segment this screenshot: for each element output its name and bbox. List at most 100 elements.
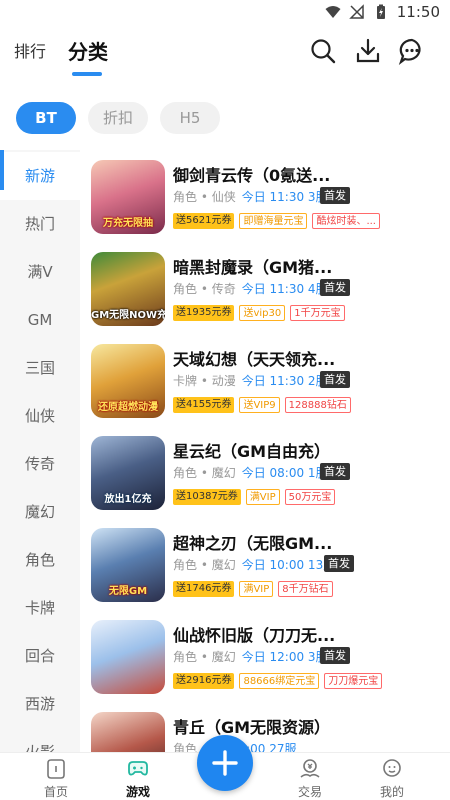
game-meta: 角色 • 魔幻 今日 10:00 13服 [173,556,335,573]
top-header: 排行 分类 [0,26,450,78]
game-title: 超神之刃（无限GM... [173,534,333,553]
status-bar: 11:50 [0,0,450,26]
sidebar-item-xianxia[interactable]: 仙侠 [0,392,80,440]
active-tab-indicator [72,72,102,76]
sidebar-item-rpg[interactable]: 角色 [0,536,80,584]
first-release-badge: 首发 [320,647,350,664]
game-icon-caption: 放出1亿充 [104,494,152,505]
sidebar-item-journey-west[interactable]: 西游 [0,680,80,728]
profile-icon [383,759,401,777]
filter-bt[interactable]: BT [16,102,76,134]
first-release-badge: 首发 [320,187,350,204]
tab-category[interactable]: 分类 [68,36,108,65]
perk-tag: 88666绑定元宝 [239,673,320,689]
game-server-time: 今日 12:00 3服 [241,650,328,664]
game-meta: 角色 • 传奇 今日 11:30 4服 [173,280,328,297]
game-genre: 角色 • 传奇 [173,282,236,296]
game-icon: 万充无限抽 [91,160,165,234]
status-time: 11:50 [396,3,440,21]
game-list: 万充无限抽 御剑青云传（0氪送... 角色 • 仙侠 今日 11:30 3服 首发… [80,150,450,752]
game-meta: 卡牌 • 动漫 今日 11:30 2服 [173,372,328,389]
game-tags: 送5621元券 即赠海量元宝 酷炫时装、... [173,213,380,229]
sidebar-item-new[interactable]: 新游 [0,152,80,200]
sidebar-item-naruto[interactable]: 火影 [0,728,80,752]
game-genre: 卡牌 • 动漫 [173,374,236,388]
perk-tag: 128888钻石 [284,397,351,413]
message-icon[interactable] [398,37,426,65]
game-title: 星云纪（GM自由充） [173,442,331,461]
download-icon[interactable] [354,37,382,65]
game-icon: 无限GM [91,528,165,602]
game-icon: GM无限NOW充 [91,252,165,326]
game-icon-caption: 无限GM [108,586,148,597]
game-icon-caption: 万充无限抽 [103,218,153,229]
first-release-badge: 首发 [324,555,354,572]
nav-home[interactable]: 首页 [21,755,91,800]
sidebar-item-full-vip[interactable]: 满V [0,248,80,296]
perk-tag: 满VIP [245,489,280,505]
first-release-badge: 首发 [320,463,350,480]
game-meta: 角色 • 魔幻 今日 12:00 3服 [173,648,328,665]
category-sidebar: 新游 热门 满V GM 三国 仙侠 传奇 魔幻 角色 卡牌 回合 西游 火影 [0,150,80,752]
game-tags: 送4155元券 送VIP9 128888钻石 [173,397,351,413]
perk-tag: 8千万钻石 [278,581,333,597]
sidebar-active-marker [0,150,4,190]
filter-h5[interactable]: H5 [160,102,220,134]
game-genre: 角色 [173,742,198,752]
coupon-tag: 送1746元券 [173,581,235,597]
nav-games[interactable]: 游戏 [103,755,173,800]
list-item[interactable]: 万充无限抽 御剑青云传（0氪送... 角色 • 仙侠 今日 11:30 3服 首发… [80,150,450,242]
sidebar-item-fantasy[interactable]: 魔幻 [0,488,80,536]
coupon-tag: 送4155元券 [173,397,235,413]
sidebar-item-three-kingdoms[interactable]: 三国 [0,344,80,392]
nav-games-label: 游戏 [125,785,150,799]
game-genre: 角色 • 魔幻 [173,558,236,572]
game-title: 青丘（GM无限资源） [173,718,331,737]
sidebar-item-hot[interactable]: 热门 [0,200,80,248]
game-meta: 角色 • 魔幻 今日 08:00 1服 [173,464,328,481]
list-item[interactable]: 放出1亿充 星云纪（GM自由充） 角色 • 魔幻 今日 08:00 1服 首发 送… [80,426,450,518]
game-server-time: 今日 08:00 1服 [241,466,328,480]
sidebar-item-turn-based[interactable]: 回合 [0,632,80,680]
battery-icon [376,4,385,19]
filter-discount[interactable]: 折扣 [88,102,148,134]
coupon-tag: 送5621元券 [173,213,235,229]
tab-ranking[interactable]: 排行 [14,38,46,62]
no-signal-icon [348,4,364,19]
list-item[interactable]: 还原超燃动漫 天域幻想（天天领充... 卡牌 • 动漫 今日 11:30 2服 首… [80,334,450,426]
list-item[interactable]: GM无限NOW充 暗黑封魔录（GM猪... 角色 • 传奇 今日 11:30 4服… [80,242,450,334]
search-icon[interactable] [309,37,337,65]
list-item[interactable]: 无限GM 超神之刃（无限GM... 角色 • 魔幻 今日 10:00 13服 首发… [80,518,450,610]
game-server-time: 今日 11:30 3服 [241,190,328,204]
game-icon [91,620,165,694]
perk-tag: 送vip30 [239,305,286,321]
nav-profile[interactable]: 我的 [357,755,427,800]
sidebar-item-card[interactable]: 卡牌 [0,584,80,632]
coupon-tag: 送1935元券 [173,305,235,321]
sidebar-item-gm[interactable]: GM [0,296,80,344]
game-genre: 角色 • 魔幻 [173,466,236,480]
coupon-tag: 送10387元券 [173,489,241,505]
game-tags: 送1935元券 送vip30 1千万元宝 [173,305,345,321]
sidebar-item-legend[interactable]: 传奇 [0,440,80,488]
perk-tag: 即赠海量元宝 [239,213,308,229]
nav-trade-label: 交易 [297,785,322,799]
nav-trade[interactable]: 交易 [275,755,345,800]
game-server-time: 今日 11:30 2服 [241,374,328,388]
game-icon-caption: GM无限NOW充 [91,310,165,321]
trade-icon [300,759,320,778]
game-icon-caption: 还原超燃动漫 [98,402,158,413]
perk-tag: 酷炫时装、... [312,213,380,229]
add-button[interactable] [197,735,253,791]
nav-profile-label: 我的 [379,785,404,799]
list-item[interactable]: 青丘（GM无限资源） 角色 今日 12:00 27服 [80,702,450,752]
perk-tag: 刀刀爆元宝 [324,673,383,689]
game-server-time: 今日 10:00 13服 [241,558,336,572]
perk-tag: 送VIP9 [239,397,280,413]
perk-tag: 1千万元宝 [290,305,345,321]
game-genre: 角色 • 魔幻 [173,650,236,664]
game-title: 暗黑封魔录（GM猪... [173,258,333,277]
game-icon [91,712,165,752]
list-item[interactable]: 仙战怀旧版（刀刀无... 角色 • 魔幻 今日 12:00 3服 首发 送2916… [80,610,450,702]
game-title: 仙战怀旧版（刀刀无... [173,626,336,645]
